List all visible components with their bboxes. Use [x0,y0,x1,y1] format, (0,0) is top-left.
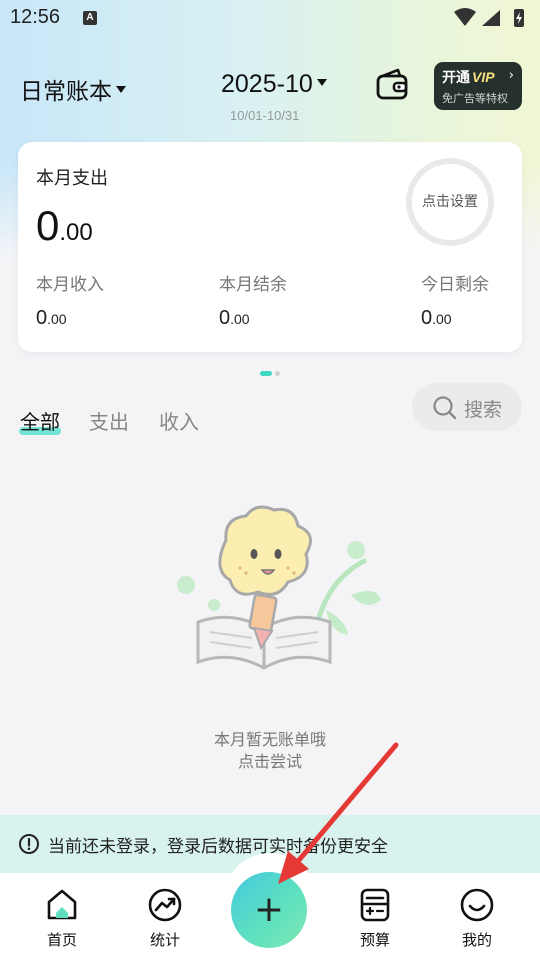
month-label: 2025-10 [221,70,313,98]
nav-stats-label: 统计 [149,931,180,949]
stat-income: 本月收入 0.00 [36,270,104,330]
monthly-summary-card[interactable]: 本月支出 0.00 点击设置 本月收入 0.00 本月结余 0.00 今日剩余 … [18,142,522,352]
vip-upgrade-button[interactable]: 开通 VIP › 免广告等特权 [434,62,522,110]
nav-budget-label: 预算 [359,931,390,949]
notification-a-icon: A [83,11,97,25]
wifi-icon [454,8,476,26]
budget-ring[interactable]: 点击设置 [406,158,494,246]
info-icon [19,834,39,854]
vip-brand: VIP [472,69,495,85]
search-icon [433,396,457,420]
stat-value: 0.00 [219,307,250,329]
login-notice-text: 当前还未登录，登录后数据可实时备份更安全 [48,837,388,857]
ledger-name: 日常账本 [20,79,112,105]
nav-home-label: 首页 [46,931,77,949]
add-record-button[interactable]: + [231,872,307,948]
empty-state-message: 本月暂无账单哦 [213,730,326,749]
indicator-dot-active [260,371,272,376]
cellular-signal-icon [482,10,500,26]
search-label: 搜索 [464,399,503,421]
vip-subtitle: 免广告等特权 [442,92,508,105]
stat-value: 0.00 [421,307,452,329]
search-button[interactable]: 搜索 [412,383,522,431]
stat-today-remaining: 今日剩余 0.00 [421,270,489,330]
caret-down-icon [116,86,126,93]
empty-state-try-link[interactable]: 点击尝试 [0,748,540,772]
nav-profile[interactable]: 我的 [447,887,507,950]
status-bar: 12:56 A [0,0,540,36]
tab-expense[interactable]: 支出 [89,406,129,435]
budget-ring-label: 点击设置 [422,194,478,210]
plus-icon: + [253,889,285,930]
trend-icon [148,888,182,922]
date-range: 10/01-10/31 [230,108,300,123]
budget-icon [360,888,390,922]
empty-state-illustration [177,505,381,670]
app-header: 日常账本 2025-10 10/01-10/31 开通 VIP › 免广告等特权 [0,60,540,130]
monthly-expense-value: 0.00 [36,202,93,249]
smile-icon [460,888,494,922]
nav-profile-label: 我的 [461,931,492,949]
tab-income[interactable]: 收入 [159,406,199,435]
caret-down-icon [316,78,327,86]
vip-title: 开通 VIP [442,69,495,86]
stat-label: 本月收入 [36,275,104,295]
nav-stats[interactable]: 统计 [135,887,195,950]
ledger-selector[interactable]: 日常账本 [20,72,126,106]
status-time: 12:56 [10,6,61,28]
nav-budget[interactable]: 预算 [345,887,405,950]
month-selector[interactable]: 2025-10 [221,70,327,99]
nav-home[interactable]: 首页 [32,887,92,950]
tab-all[interactable]: 全部 [20,406,60,435]
stat-label: 今日剩余 [421,275,489,295]
stat-value: 0.00 [36,307,67,329]
stat-label: 本月结余 [219,275,287,295]
stat-balance: 本月结余 0.00 [219,270,287,330]
system-status-icons [454,8,524,27]
wallet-icon[interactable] [374,66,410,102]
chevron-right-icon: › [508,68,514,83]
monthly-expense-title: 本月支出 [36,168,108,189]
indicator-dot [275,371,280,376]
home-icon [47,889,77,920]
